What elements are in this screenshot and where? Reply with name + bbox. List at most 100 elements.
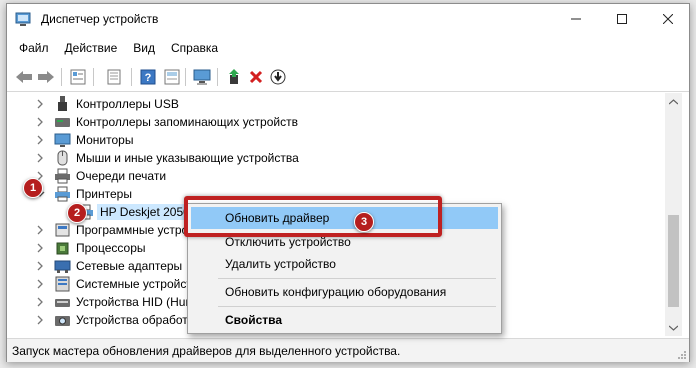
- forward-arrow-icon: [38, 71, 54, 83]
- printer-icon: [55, 186, 70, 202]
- properties-button[interactable]: [67, 66, 89, 88]
- status-bar: Запуск мастера обновления драйверов для …: [7, 338, 689, 362]
- tree-item[interactable]: Мониторы: [7, 131, 665, 149]
- tree-item[interactable]: Контроллеры USB: [7, 95, 665, 113]
- monitor-icon: [54, 133, 71, 147]
- tree-item-label: Программные устро: [76, 223, 189, 237]
- mouse-icon: [57, 150, 68, 166]
- tree-item-label: Очереди печати: [76, 169, 167, 183]
- device-manager-icon: [15, 12, 31, 26]
- minimize-button[interactable]: [553, 4, 599, 34]
- toolbar-separator: [185, 68, 186, 86]
- back-button[interactable]: [13, 66, 35, 88]
- chevron-right-icon[interactable]: [35, 224, 45, 236]
- menu-properties[interactable]: Свойства: [188, 309, 501, 331]
- tree-item-label: Принтеры: [76, 187, 132, 201]
- maximize-button[interactable]: [599, 4, 645, 34]
- system-icon: [55, 276, 70, 292]
- processor-icon: [56, 242, 69, 255]
- scan-button[interactable]: [161, 66, 183, 88]
- view-icon: [107, 69, 121, 85]
- chevron-right-icon[interactable]: [35, 296, 45, 308]
- usb-icon: [58, 96, 67, 111]
- forward-button[interactable]: [35, 66, 57, 88]
- menu-file[interactable]: Файл: [11, 38, 57, 60]
- toolbar-separator: [61, 68, 62, 86]
- menu-bar: Файл Действие Вид Справка: [7, 38, 689, 60]
- scroll-thumb[interactable]: [668, 215, 679, 307]
- chevron-right-icon[interactable]: [35, 152, 45, 164]
- chevron-right-icon[interactable]: [35, 314, 45, 326]
- uninstall-button[interactable]: [245, 66, 267, 88]
- menu-item-label: Свойства: [225, 313, 283, 327]
- tree-item-label: Мыши и иные указывающие устройства: [76, 151, 299, 165]
- highlight-box: [184, 196, 442, 237]
- help-button[interactable]: ?: [137, 66, 159, 88]
- menu-action[interactable]: Действие: [57, 38, 126, 60]
- network-adapter-icon: [54, 260, 71, 273]
- uninstall-icon: [249, 70, 263, 84]
- imaging-icon: [55, 316, 70, 326]
- chevron-down-icon: [669, 325, 678, 331]
- chevron-right-icon[interactable]: [35, 242, 45, 254]
- toolbar-separator: [93, 68, 94, 86]
- toolbar-separator: [131, 68, 132, 86]
- tree-item-label: Сетевые адаптеры: [76, 259, 183, 273]
- tree-item-label: Мониторы: [76, 133, 134, 147]
- menu-item-label: Обновить конфигурацию оборудования: [225, 285, 447, 299]
- vertical-scrollbar[interactable]: [665, 93, 682, 336]
- step-badge-3: 3: [354, 212, 374, 232]
- monitor-icon: [193, 69, 211, 85]
- chevron-right-icon[interactable]: [35, 116, 45, 128]
- tree-item-label: Устройства HID (Hun: [76, 295, 193, 309]
- menu-scan-hardware[interactable]: Обновить конфигурацию оборудования: [188, 281, 501, 303]
- toolbar-separator: [217, 68, 218, 86]
- software-icon: [55, 223, 70, 237]
- hid-icon: [55, 299, 70, 307]
- menu-help[interactable]: Справка: [163, 38, 226, 60]
- window-title: Диспетчер устройств: [41, 12, 159, 26]
- scroll-up-button[interactable]: [665, 93, 682, 110]
- scroll-down-button[interactable]: [665, 319, 682, 336]
- printer-icon: [55, 168, 70, 184]
- properties-icon: [70, 69, 86, 85]
- tree-item[interactable]: Очереди печати: [7, 167, 665, 185]
- maximize-icon: [617, 14, 627, 24]
- menu-uninstall-device[interactable]: Удалить устройство: [188, 253, 501, 275]
- tree-item-label: Системные устройст: [76, 277, 192, 291]
- chevron-right-icon[interactable]: [35, 98, 45, 110]
- menu-separator: [218, 278, 496, 279]
- update-driver-button[interactable]: [223, 66, 245, 88]
- menu-view[interactable]: Вид: [125, 38, 163, 60]
- update-driver-icon: [229, 69, 239, 84]
- tree-item[interactable]: Мыши и иные указывающие устройства: [7, 149, 665, 167]
- tree-item[interactable]: Контроллеры запоминающих устройств: [7, 113, 665, 131]
- chevron-right-icon[interactable]: [35, 134, 45, 146]
- tree-item-label: Устройства обработ: [76, 313, 188, 327]
- menu-separator: [218, 306, 496, 307]
- status-text: Запуск мастера обновления драйверов для …: [12, 344, 401, 358]
- storage-icon: [55, 118, 70, 127]
- properties-icon: [164, 69, 180, 85]
- chevron-up-icon: [669, 98, 678, 104]
- step-badge-2: 2: [67, 203, 87, 223]
- step-badge-1: 1: [23, 178, 43, 198]
- download-icon: [270, 69, 286, 85]
- download-button[interactable]: [267, 66, 289, 88]
- help-icon: ?: [140, 69, 156, 85]
- chevron-right-icon[interactable]: [35, 278, 45, 290]
- close-button[interactable]: [645, 4, 691, 34]
- menu-item-label: Отключить устройство: [225, 235, 351, 249]
- tree-item-label: Процессоры: [76, 241, 146, 255]
- tree-item-label: Контроллеры USB: [76, 97, 179, 111]
- chevron-right-icon[interactable]: [35, 260, 45, 272]
- toolbar: ?: [7, 62, 689, 92]
- view-button[interactable]: [103, 66, 125, 88]
- back-arrow-icon: [16, 71, 32, 83]
- title-bar: Диспетчер устройств: [7, 4, 689, 34]
- svg-text:?: ?: [145, 72, 152, 84]
- minimize-icon: [571, 18, 581, 20]
- monitor-button[interactable]: [191, 66, 213, 88]
- menu-item-label: Удалить устройство: [225, 257, 336, 271]
- resize-grip-icon[interactable]: [677, 350, 687, 360]
